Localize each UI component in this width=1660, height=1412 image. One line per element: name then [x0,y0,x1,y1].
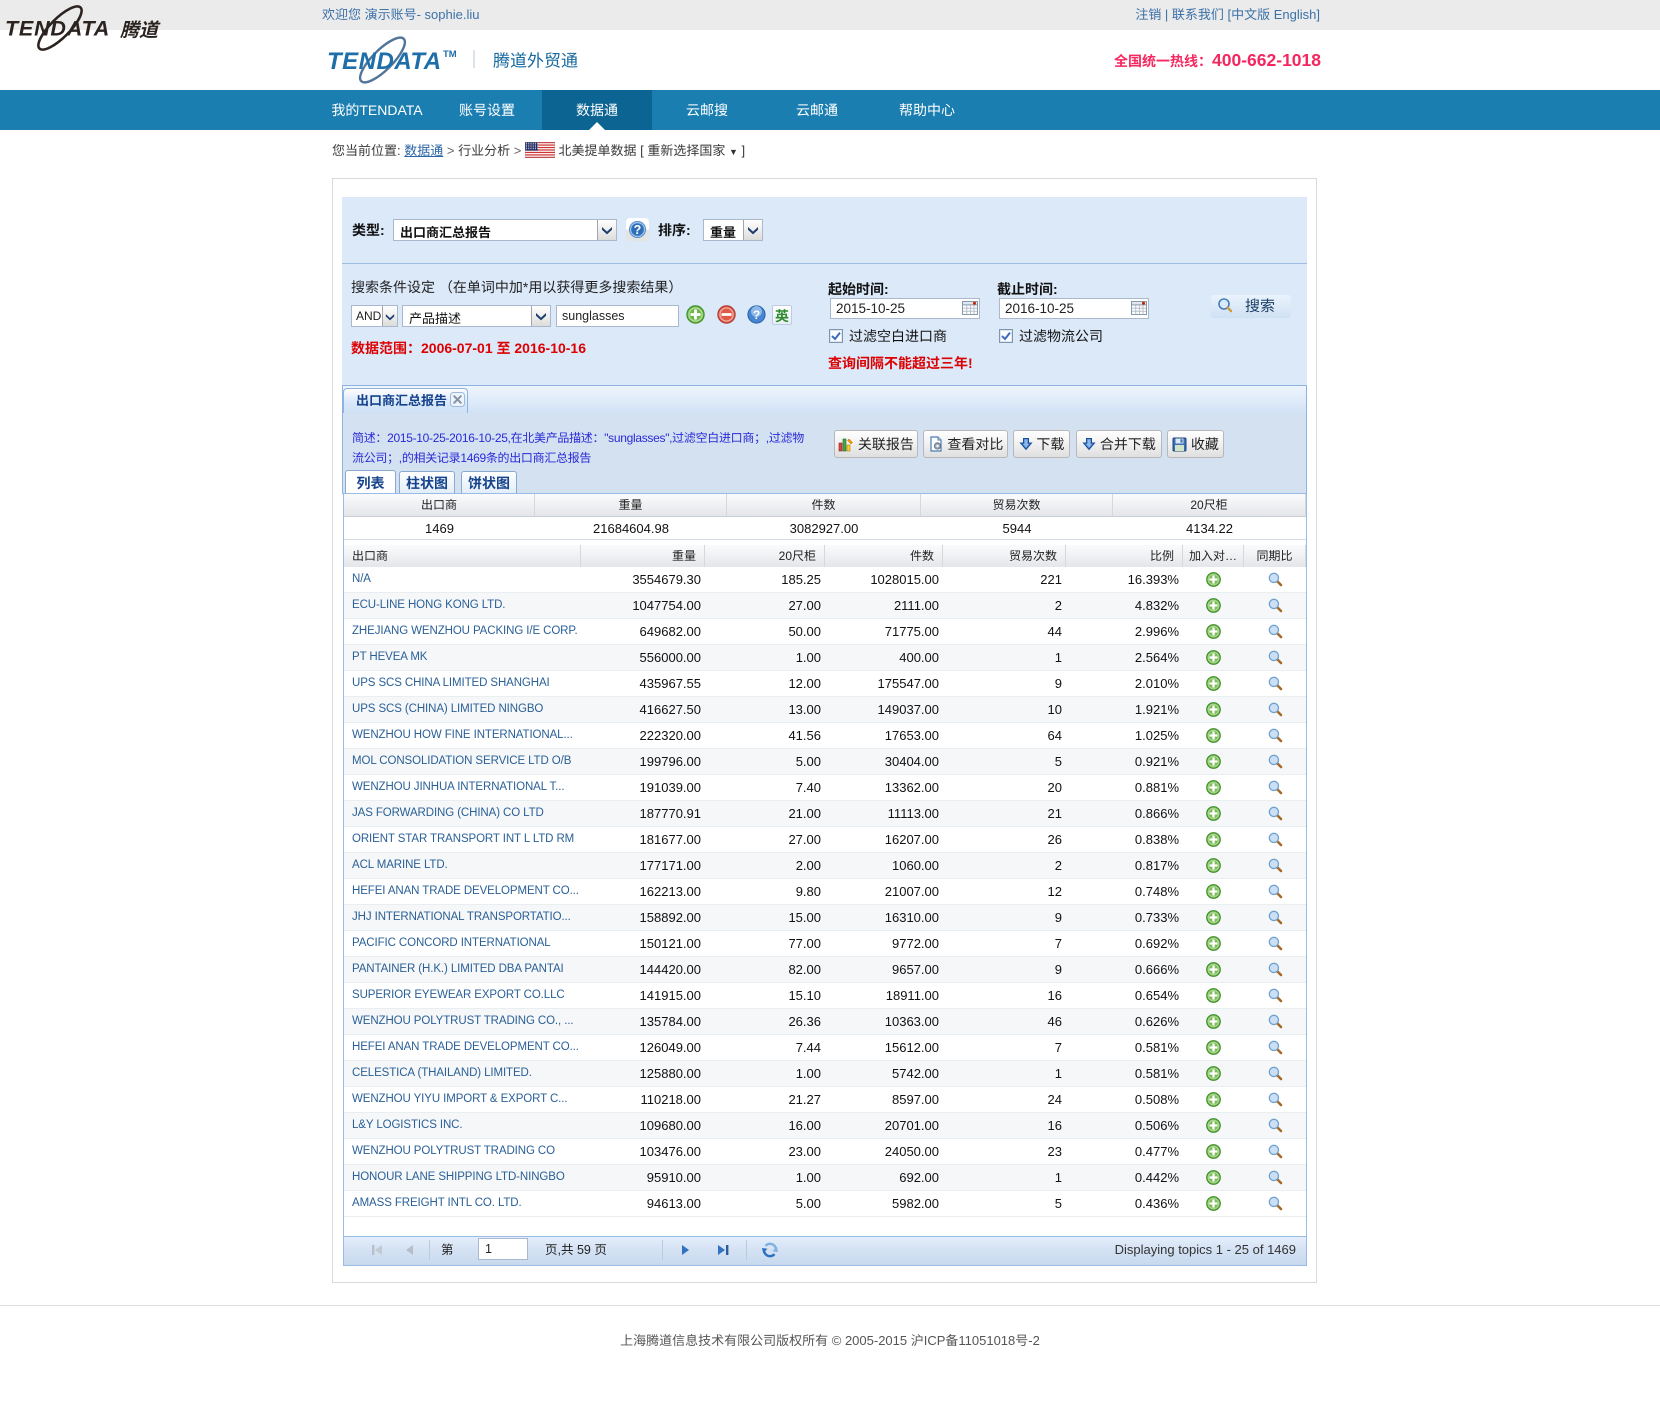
svg-text:腾道外贸通: 腾道外贸通 [493,47,578,72]
svg-text:TENDATA: TENDATA [327,48,442,75]
svg-text:TENDATA: TENDATA [5,17,110,41]
svg-text:TM: TM [443,49,457,60]
svg-text:腾道: 腾道 [120,16,161,43]
svg-text:?: ? [753,308,760,322]
svg-text:?: ? [634,223,642,237]
